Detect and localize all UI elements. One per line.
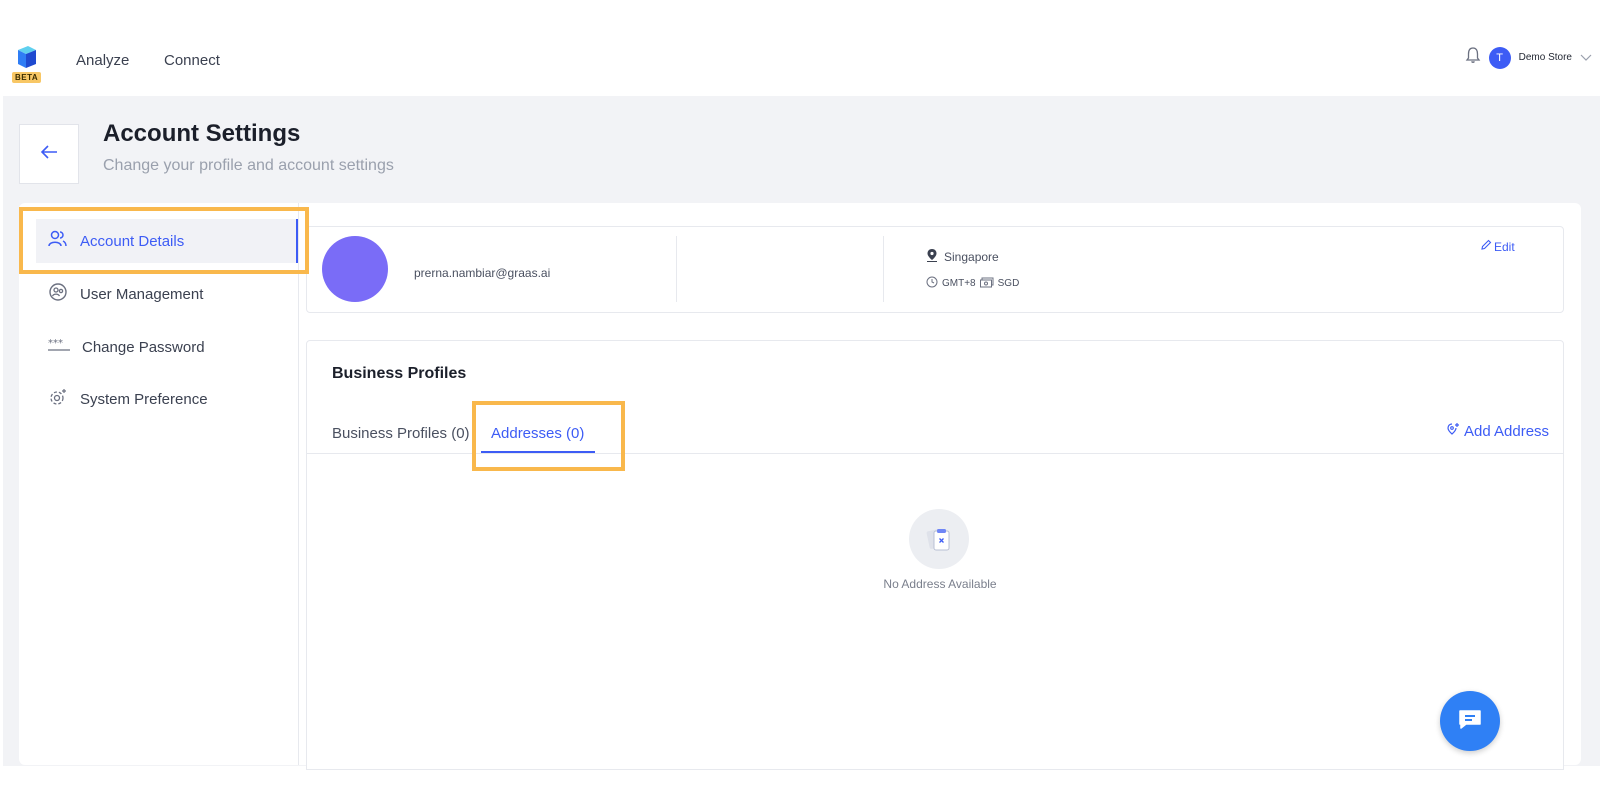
back-button[interactable]	[19, 124, 79, 184]
chat-icon	[1457, 708, 1483, 735]
gear-icon	[48, 387, 68, 411]
account-menu: T Demo Store	[1465, 46, 1592, 69]
profile-avatar	[322, 236, 388, 302]
user-circle-icon	[48, 282, 68, 306]
sidebar-item-label: System Preference	[80, 390, 208, 408]
divider	[883, 236, 884, 302]
clock-icon	[926, 276, 938, 291]
empty-clipboard-icon	[909, 509, 969, 569]
profile-timezone-currency: GMT+8 SGD	[926, 276, 1019, 291]
edit-label: Edit	[1494, 239, 1515, 254]
sidebar-item-system-preference[interactable]: System Preference	[36, 377, 298, 421]
arrow-left-icon	[39, 144, 59, 165]
nav-analyze[interactable]: Analyze	[76, 52, 129, 69]
page-subtitle: Change your profile and account settings	[103, 157, 394, 174]
page-title: Account Settings	[103, 120, 301, 147]
add-location-icon	[1446, 422, 1460, 440]
location-pin-icon	[926, 248, 938, 265]
pencil-icon	[1480, 239, 1492, 254]
svg-text:***: ***	[48, 338, 63, 349]
profile-location: Singapore	[926, 248, 999, 265]
timezone-text: GMT+8	[942, 278, 976, 289]
sidebar-item-label: Change Password	[82, 338, 205, 356]
active-tab-indicator	[481, 451, 595, 453]
business-profiles-title: Business Profiles	[332, 365, 467, 382]
empty-state-text: No Address Available	[883, 577, 997, 591]
divider	[676, 236, 677, 302]
sidebar-item-change-password[interactable]: *** Change Password	[36, 325, 298, 369]
tab-addresses[interactable]: Addresses (0)	[491, 425, 584, 442]
password-icon: ***	[48, 338, 70, 356]
bell-icon[interactable]	[1465, 46, 1481, 69]
currency-text: SGD	[997, 278, 1020, 289]
sidebar-item-label: Account Details	[80, 232, 185, 250]
location-text: Singapore	[944, 249, 999, 264]
money-icon	[979, 277, 994, 291]
add-address-label: Add Address	[1464, 422, 1550, 440]
tabs-divider	[307, 453, 1563, 454]
sidebar-item-account-details[interactable]: Account Details	[36, 219, 298, 263]
beta-badge: BETA	[12, 72, 42, 83]
add-address-button[interactable]: Add Address	[1446, 422, 1549, 440]
top-navbar: BETA Analyze Connect T Demo Store	[0, 0, 1600, 96]
edit-profile-button[interactable]: Edit	[1480, 239, 1515, 254]
user-avatar[interactable]: T	[1488, 46, 1511, 69]
chat-support-button[interactable]	[1440, 691, 1500, 751]
sidebar-item-label: User Management	[80, 285, 204, 303]
sidebar-item-user-management[interactable]: User Management	[36, 272, 298, 316]
users-icon	[48, 230, 68, 252]
chevron-down-icon[interactable]	[1580, 49, 1592, 67]
profile-email: prerna.nambiar@graas.ai	[414, 266, 551, 280]
tab-business-profiles[interactable]: Business Profiles (0)	[332, 425, 470, 442]
nav-connect[interactable]: Connect	[164, 52, 220, 69]
store-name[interactable]: Demo Store	[1519, 52, 1572, 63]
